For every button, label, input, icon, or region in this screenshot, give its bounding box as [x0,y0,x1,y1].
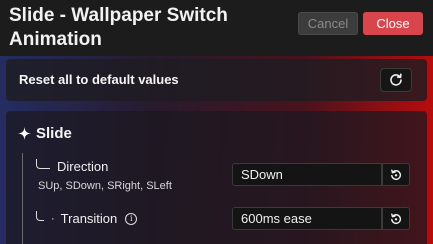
reset-all-panel: Reset all to default values [6,59,427,101]
transition-reset-button[interactable] [382,207,410,230]
reset-all-button[interactable] [380,68,412,92]
direction-reset-button[interactable] [382,163,410,186]
section-header: Slide [18,125,72,142]
tree-branch [36,210,44,221]
slide-section: Slide Direction SUp, SDown, SRight, SLef… [6,111,427,244]
direction-hint: SUp, SDown, SRight, SLeft [38,180,172,192]
reset-icon [390,73,402,86]
cancel-button[interactable]: Cancel [298,12,358,35]
tree-branch [36,158,50,169]
transition-input[interactable]: 600ms ease [232,207,382,230]
direction-label-row: Direction [36,158,109,174]
transition-label-row: · Transition i [36,210,138,226]
info-icon[interactable]: i [125,212,138,225]
direction-input[interactable]: SDown [232,163,382,186]
title-bar: Slide - Wallpaper Switch Animation Cance… [0,0,433,56]
sparkle-icon [18,127,31,140]
reset-value-icon [391,213,402,224]
reset-value-icon [391,169,402,180]
reset-all-label: Reset all to default values [19,72,179,87]
direction-label: Direction [57,159,109,174]
tree-line [22,153,23,244]
section-title: Slide [36,125,72,142]
window-title: Slide - Wallpaper Switch Animation [9,5,228,50]
close-button[interactable]: Close [363,12,423,35]
tree-dot: · [51,212,55,225]
transition-label: Transition [60,211,118,226]
